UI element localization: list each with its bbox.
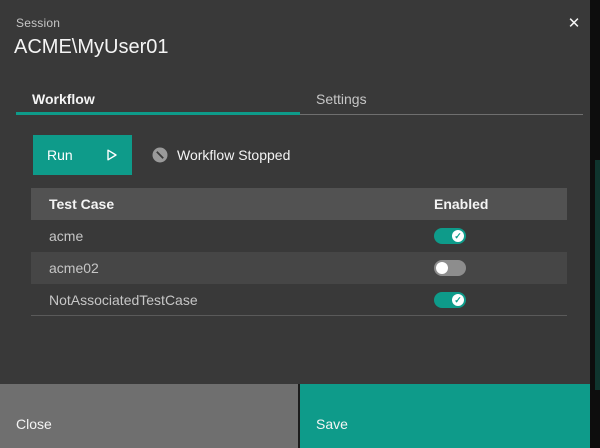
background-edge-strip xyxy=(590,0,600,448)
modal-footer: Close Save xyxy=(0,384,590,448)
run-button-label: Run xyxy=(47,147,73,163)
column-header-test-case: Test Case xyxy=(31,196,434,212)
save-button[interactable]: Save xyxy=(300,384,590,448)
stopped-circle-icon xyxy=(152,147,168,163)
toggle-knob xyxy=(452,294,464,306)
table-body: acme acme02 NotAssociatedTestCase xyxy=(31,220,567,316)
play-outline-icon xyxy=(103,147,119,163)
table-row: acme xyxy=(31,220,567,252)
run-button[interactable]: Run xyxy=(33,135,132,175)
test-case-cell: NotAssociatedTestCase xyxy=(31,292,434,308)
workflow-status: Workflow Stopped xyxy=(152,147,290,163)
enabled-cell xyxy=(434,228,567,244)
enabled-toggle[interactable] xyxy=(434,260,466,276)
screen: Session ACME\MyUser01 ✕ Workflow Setting… xyxy=(0,0,600,448)
test-case-table: Test Case Enabled acme acme02 NotAssociate… xyxy=(31,188,567,316)
close-button[interactable]: Close xyxy=(0,384,298,448)
test-case-cell: acme02 xyxy=(31,260,434,276)
background-accent-sliver xyxy=(595,160,600,390)
status-text: Workflow Stopped xyxy=(177,147,290,163)
tab-settings[interactable]: Settings xyxy=(300,86,583,115)
modal-eyebrow: Session xyxy=(16,16,60,30)
enabled-toggle[interactable] xyxy=(434,292,466,308)
page-title: ACME\MyUser01 xyxy=(14,36,168,59)
enabled-cell xyxy=(434,260,567,276)
session-modal: Session ACME\MyUser01 ✕ Workflow Setting… xyxy=(0,0,590,448)
enabled-toggle[interactable] xyxy=(434,228,466,244)
close-icon[interactable]: ✕ xyxy=(558,8,590,40)
table-row: NotAssociatedTestCase xyxy=(31,284,567,316)
table-header-row: Test Case Enabled xyxy=(31,188,567,220)
tab-workflow[interactable]: Workflow xyxy=(16,86,300,115)
test-case-cell: acme xyxy=(31,228,434,244)
table-row: acme02 xyxy=(31,252,567,284)
enabled-cell xyxy=(434,292,567,308)
toggle-knob xyxy=(452,230,464,242)
tab-bar: Workflow Settings xyxy=(16,86,583,115)
toggle-knob xyxy=(436,262,448,274)
column-header-enabled: Enabled xyxy=(434,196,567,212)
